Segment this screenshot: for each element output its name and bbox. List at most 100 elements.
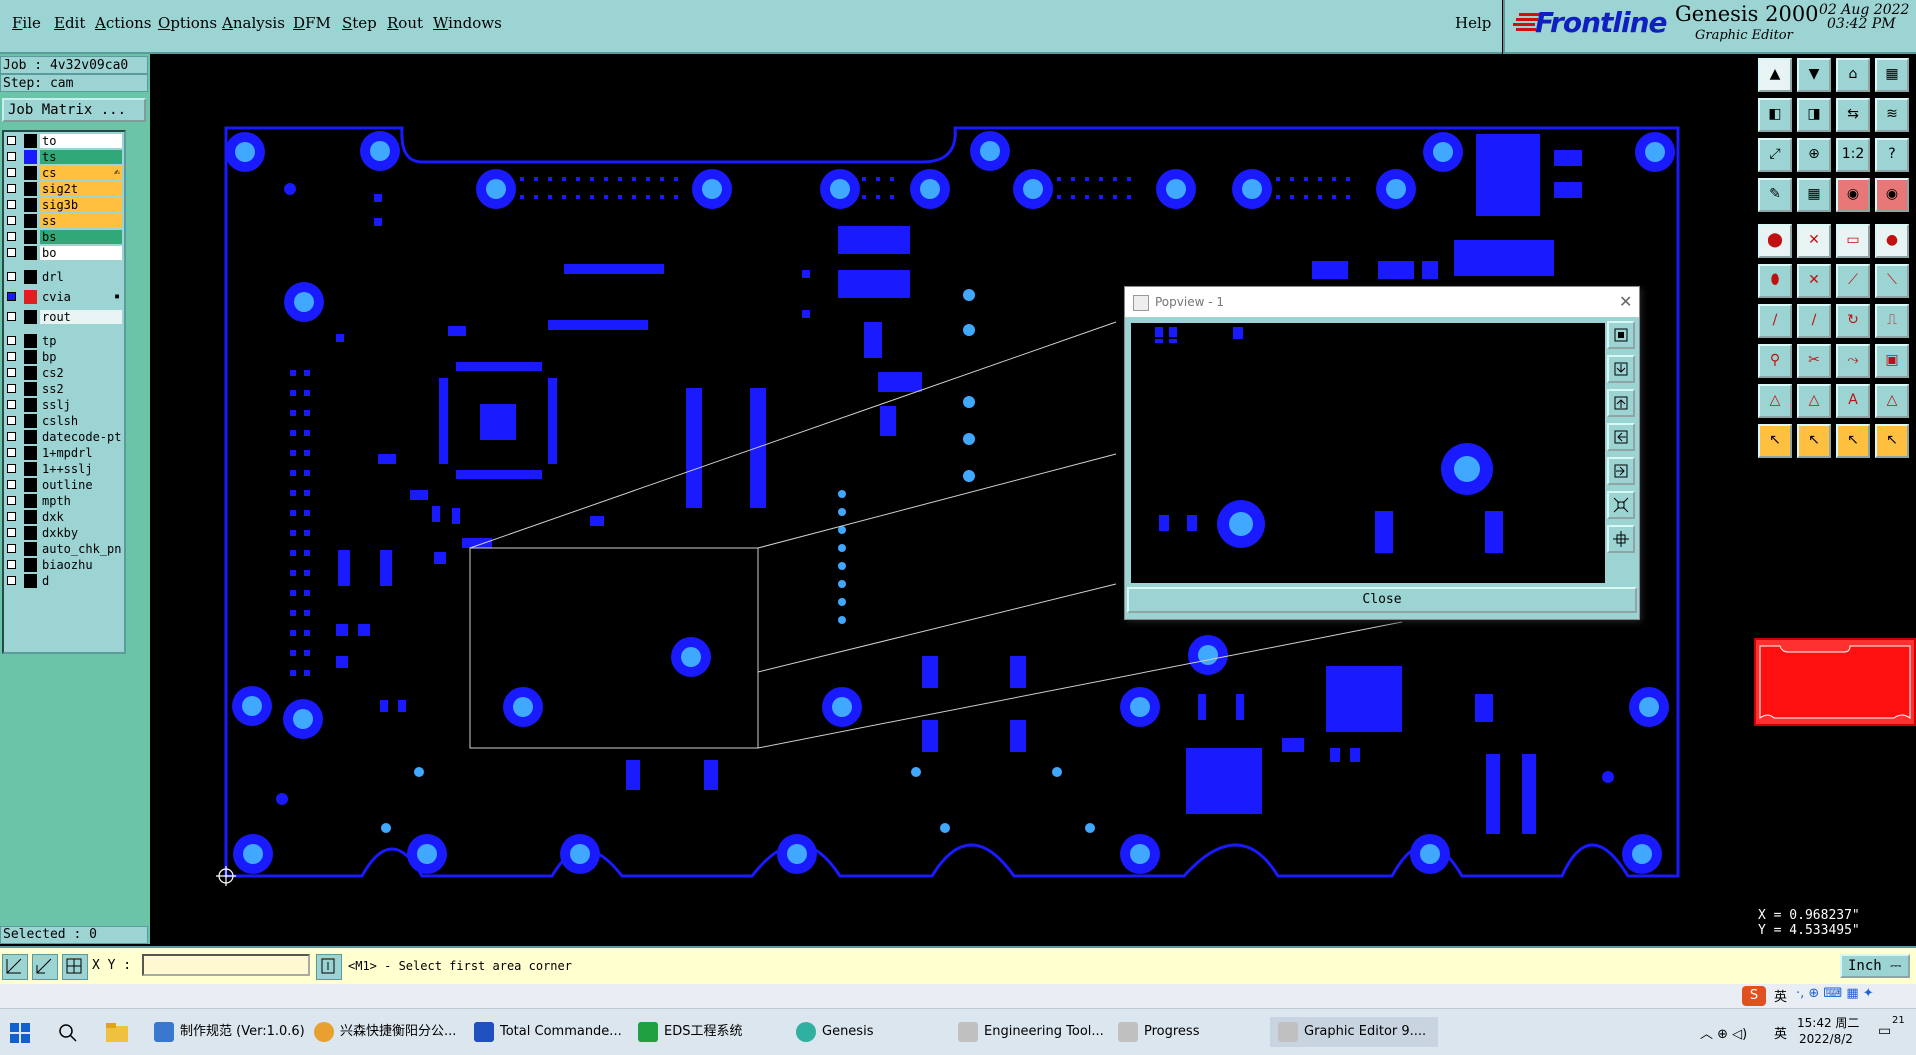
layer-row[interactable]: bs <box>4 230 122 244</box>
layer-checkbox[interactable] <box>7 200 16 209</box>
layer-color-swatch[interactable] <box>24 182 37 196</box>
layer-color-swatch[interactable] <box>24 478 37 492</box>
layer-label[interactable]: sslj <box>40 398 122 412</box>
select-arrow-button[interactable]: ↖ <box>1758 424 1792 458</box>
file-explorer-icon[interactable] <box>106 1023 128 1043</box>
layer-color-swatch[interactable] <box>24 462 37 476</box>
taskbar-item-graphic-editor[interactable]: Graphic Editor 9.... <box>1270 1017 1438 1047</box>
layer-label[interactable]: datecode-pt <box>40 430 122 444</box>
taskbar-item-progress[interactable]: Progress <box>1118 1017 1258 1047</box>
line-tool-button[interactable]: ∕ <box>1758 304 1792 338</box>
layer-color-swatch[interactable] <box>24 134 37 148</box>
zoom-fit-button[interactable]: ⤢ <box>1758 138 1792 172</box>
layer-row[interactable]: ss2 <box>4 382 122 396</box>
layer-color-swatch[interactable] <box>24 542 37 556</box>
layer-label[interactable]: bs <box>40 230 122 244</box>
search-icon[interactable] <box>58 1023 78 1043</box>
layer-label[interactable]: ss <box>40 214 122 228</box>
layer-label[interactable]: bp <box>40 350 122 364</box>
layer-label[interactable]: drl <box>40 270 122 284</box>
unit-selector[interactable]: Inch ⎓ <box>1840 954 1910 978</box>
popview-zoom-out-button[interactable] <box>1607 355 1635 383</box>
pan-swap-button[interactable]: ⇆ <box>1836 98 1870 132</box>
layer-row[interactable]: 1+mpdrl <box>4 446 122 460</box>
popview-center-button[interactable] <box>1607 525 1635 553</box>
popview-fit-button[interactable] <box>1607 491 1635 519</box>
layer-label[interactable]: dxkby <box>40 526 122 540</box>
join-button[interactable]: ⟍ <box>1875 264 1909 298</box>
layer-row[interactable]: drl <box>4 270 122 284</box>
layer-label[interactable]: to <box>40 134 122 148</box>
select-move-button[interactable]: ↖ <box>1797 424 1831 458</box>
layer-checkbox[interactable] <box>7 216 16 225</box>
layer-color-swatch[interactable] <box>24 414 37 428</box>
layer-row[interactable]: 1++sslj <box>4 462 122 476</box>
select-net-button[interactable]: ◉ <box>1836 178 1870 212</box>
job-matrix-button[interactable]: Job Matrix ... <box>2 98 146 122</box>
menu-options[interactable]: Options <box>158 14 217 32</box>
sogou-ime-icon[interactable]: S <box>1742 986 1766 1006</box>
layer-checkbox[interactable] <box>7 272 16 281</box>
menu-rout[interactable]: Rout <box>387 14 423 32</box>
select-copy-button[interactable]: ↖ <box>1836 424 1870 458</box>
zoom-center-button[interactable]: ⊕ <box>1797 138 1831 172</box>
segment-tool-button[interactable]: ⎍ <box>1875 304 1909 338</box>
layer-row[interactable]: d <box>4 574 122 588</box>
taskbar-item-total-commander[interactable]: Total Commande... <box>474 1017 622 1047</box>
layer-label[interactable]: cs ✍ <box>40 166 122 180</box>
layer-label[interactable]: cslsh <box>40 414 122 428</box>
layer-color-swatch[interactable] <box>24 150 37 164</box>
popview-canvas[interactable] <box>1129 321 1607 585</box>
layer-label[interactable]: cvia ▪ <box>40 290 122 304</box>
snap-mode-button[interactable] <box>2 954 28 980</box>
popview-pan-right-button[interactable] <box>1607 457 1635 485</box>
move-node-button[interactable]: ⬮ <box>1758 264 1792 298</box>
layer-row[interactable]: bp <box>4 350 122 364</box>
layer-checkbox[interactable] <box>7 416 16 425</box>
route-tool-button[interactable]: ⤳ <box>1836 344 1870 378</box>
menu-step[interactable]: Step <box>342 14 377 32</box>
cut-tool-button[interactable]: ✂ <box>1797 344 1831 378</box>
layer-color-swatch[interactable] <box>24 350 37 364</box>
help-tool-button[interactable]: ? <box>1875 138 1909 172</box>
ime-tools-icon[interactable]: ·, ⊕ ⌨ ▦ ✦ <box>1796 986 1874 1001</box>
layer-color-swatch[interactable] <box>24 270 37 284</box>
layer-row[interactable]: cvia ▪ <box>4 290 122 304</box>
layer-row[interactable]: rout <box>4 310 122 324</box>
layer-checkbox[interactable] <box>7 384 16 393</box>
layer-color-swatch[interactable] <box>24 446 37 460</box>
ime-mode[interactable]: 英 <box>1774 986 1787 1005</box>
layer-label[interactable]: mpth <box>40 494 122 508</box>
layer-checkbox[interactable] <box>7 576 16 585</box>
layer-label[interactable]: sig2t <box>40 182 122 196</box>
slice-button[interactable]: ⟋ <box>1836 264 1870 298</box>
popview-titlebar[interactable]: Popview - 1 ✕ <box>1125 287 1639 317</box>
select-transform-button[interactable]: ↖ <box>1875 424 1909 458</box>
popview-pan-left-button[interactable] <box>1607 423 1635 451</box>
layer-label[interactable]: auto_chk_pn <box>40 542 122 556</box>
layer-row[interactable]: to <box>4 134 122 148</box>
zoom-home2-button[interactable]: ⌂ <box>1836 58 1870 92</box>
layer-color-swatch[interactable] <box>24 398 37 412</box>
layer-label[interactable]: outline <box>40 478 122 492</box>
popview-pan-down-button[interactable] <box>1607 389 1635 417</box>
menu-actions[interactable]: Actions <box>95 14 151 32</box>
popview-zoom-in-button[interactable] <box>1607 321 1635 349</box>
grid-button[interactable] <box>62 954 88 980</box>
zoom-home-button[interactable]: ▲ <box>1758 58 1792 92</box>
xy-input[interactable] <box>142 954 310 976</box>
pad-array-button[interactable]: ▣ <box>1875 344 1909 378</box>
layer-row[interactable]: dxk <box>4 510 122 524</box>
layer-label[interactable]: dxk <box>40 510 122 524</box>
layer-label[interactable]: 1+mpdrl <box>40 446 122 460</box>
layer-row[interactable]: sslj <box>4 398 122 412</box>
layer-row[interactable]: cs2 <box>4 366 122 380</box>
layer-color-swatch[interactable] <box>24 382 37 396</box>
layer-label[interactable]: d <box>40 574 122 588</box>
pan-left-button[interactable]: ◧ <box>1758 98 1792 132</box>
layer-label[interactable]: tp <box>40 334 122 348</box>
layer-color-swatch[interactable] <box>24 366 37 380</box>
layer-checkbox[interactable] <box>7 152 16 161</box>
layer-label[interactable]: sig3b <box>40 198 122 212</box>
layer-label[interactable]: 1++sslj <box>40 462 122 476</box>
